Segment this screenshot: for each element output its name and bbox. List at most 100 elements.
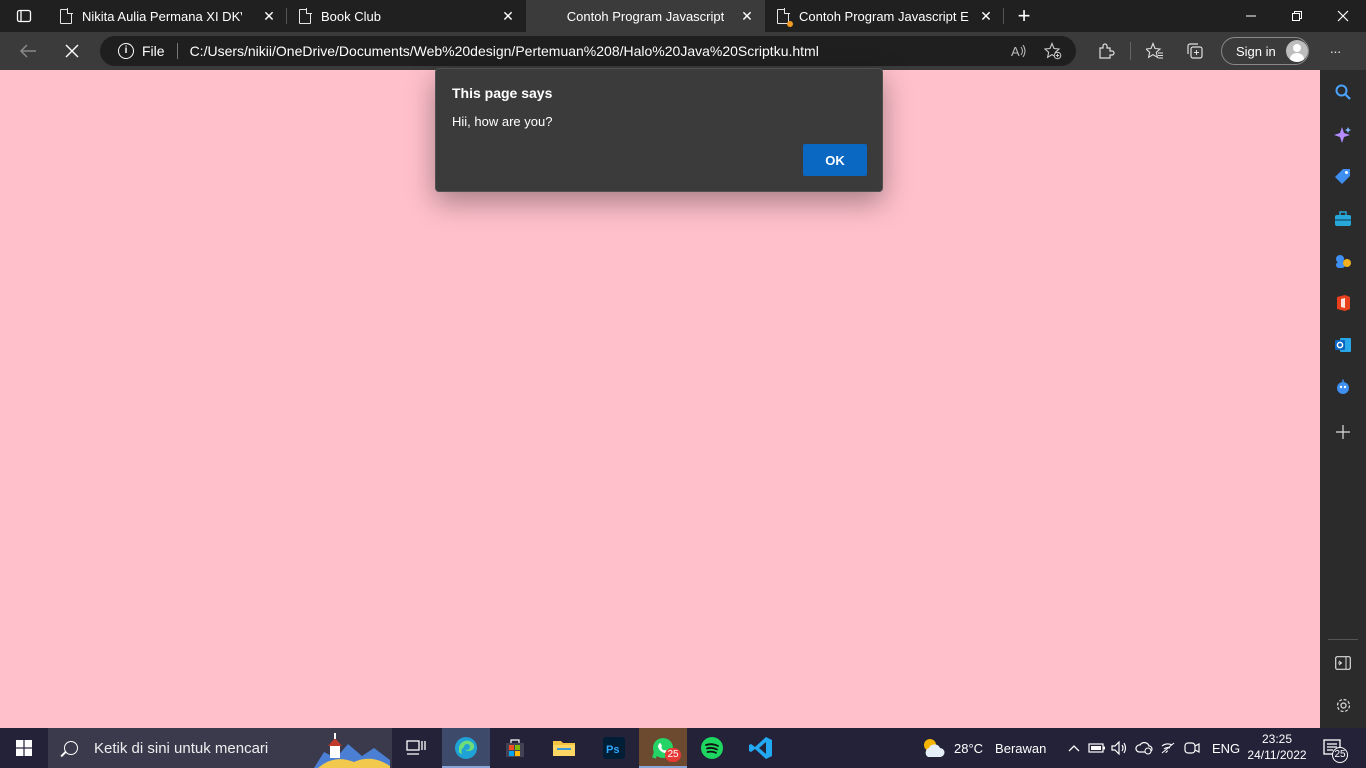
browser-tab[interactable]: Book Club ✕ <box>287 0 526 32</box>
search-highlight-illustration <box>314 733 390 768</box>
shopping-button[interactable] <box>1320 162 1366 192</box>
puzzle-icon <box>1099 43 1115 59</box>
task-view-button[interactable] <box>392 728 440 768</box>
photoshop-taskbar-button[interactable]: Ps <box>590 728 638 768</box>
language-indicator[interactable]: ENG <box>1212 741 1240 756</box>
tools-button[interactable] <box>1320 204 1366 234</box>
spotify-taskbar-button[interactable] <box>688 728 736 768</box>
settings-more-button[interactable]: ··· <box>1315 32 1355 70</box>
page-icon <box>60 7 73 24</box>
edge-taskbar-button[interactable] <box>442 728 490 768</box>
whatsapp-taskbar-button[interactable]: 25 <box>639 728 687 768</box>
svg-text:A: A <box>1011 44 1020 59</box>
divider <box>1130 42 1131 60</box>
svg-text:Ps: Ps <box>606 744 619 756</box>
vscode-taskbar-button[interactable] <box>737 728 785 768</box>
tab-title: Book Club <box>321 8 381 24</box>
dialog-title: This page says <box>452 85 553 101</box>
clock[interactable]: 23:25 24/11/2022 <box>1242 731 1312 763</box>
tab-close-icon[interactable]: ✕ <box>500 8 516 24</box>
search-placeholder: Ketik di sini untuk mencari <box>94 739 269 757</box>
office-button[interactable] <box>1320 288 1366 318</box>
games-button[interactable] <box>1320 246 1366 276</box>
sparkle-icon <box>1334 127 1351 143</box>
add-sidebar-app-button[interactable] <box>1320 417 1366 447</box>
tab-actions-icon <box>16 9 32 23</box>
browser-tab[interactable]: Nikita Aulia Permana XI DKV 1 ✕ <box>48 0 287 32</box>
tab-actions-button[interactable] <box>0 0 48 32</box>
ok-button[interactable]: OK <box>803 144 867 176</box>
chevron-up-icon[interactable] <box>1066 744 1082 752</box>
weather-widget[interactable]: 28°C Berawan <box>920 728 1046 768</box>
volume-icon[interactable] <box>1108 741 1132 755</box>
back-arrow-icon <box>19 44 36 58</box>
url-text[interactable]: C:/Users/nikii/OneDrive/Documents/Web%20… <box>190 43 1002 59</box>
close-window-button[interactable] <box>1320 0 1366 32</box>
folder-icon <box>553 741 575 756</box>
address-bar[interactable]: i File C:/Users/nikii/OneDrive/Documents… <box>100 36 1076 66</box>
task-view-icon <box>406 740 426 755</box>
avatar-icon <box>1285 40 1308 62</box>
meet-now-icon[interactable] <box>1180 741 1204 755</box>
sidebar-settings-button[interactable] <box>1320 690 1366 720</box>
tab-close-icon[interactable]: ✕ <box>261 8 277 24</box>
outlook-icon <box>1335 338 1351 352</box>
file-explorer-taskbar-button[interactable] <box>540 728 588 768</box>
favorites-icon <box>1146 42 1163 59</box>
search-sidebar-button[interactable] <box>1320 77 1366 107</box>
back-button[interactable] <box>8 32 48 70</box>
new-tab-button[interactable]: + <box>1004 0 1044 32</box>
tag-icon <box>1335 169 1350 184</box>
store-icon <box>506 739 524 757</box>
toolbox-icon <box>1335 211 1351 226</box>
onedrive-icon[interactable] <box>1132 741 1156 755</box>
close-icon <box>1337 10 1349 22</box>
edge-sidebar <box>1320 70 1366 728</box>
read-aloud-icon[interactable]: A <box>1002 36 1036 66</box>
sign-in-button[interactable]: Sign in <box>1221 37 1309 65</box>
collections-button[interactable] <box>1175 32 1215 70</box>
favorites-button[interactable] <box>1135 32 1175 70</box>
dialog-message: Hii, how are you? <box>452 114 553 129</box>
restore-icon <box>1292 11 1302 21</box>
drop-button[interactable] <box>1320 372 1366 402</box>
system-tray: ENG <box>1066 728 1240 768</box>
alert-dialog: This page says Hii, how are you? OK <box>435 68 883 192</box>
toolbar: i File C:/Users/nikii/OneDrive/Documents… <box>0 32 1366 70</box>
page-icon <box>777 7 793 27</box>
search-icon <box>64 741 78 755</box>
restore-button[interactable] <box>1274 0 1320 32</box>
sidebar-collapse-icon <box>1335 656 1351 670</box>
minimize-button[interactable] <box>1228 0 1274 32</box>
discover-button[interactable] <box>1320 120 1366 150</box>
hide-sidebar-button[interactable] <box>1320 648 1366 678</box>
start-button[interactable] <box>0 728 48 768</box>
browser-tab[interactable]: Contoh Program Javascript Exter ✕ <box>765 0 1004 32</box>
edge-icon <box>455 737 477 759</box>
taskbar: Ketik di sini untuk mencari Ps 25 28°C B… <box>0 728 1366 768</box>
outlook-button[interactable] <box>1320 330 1366 360</box>
tab-close-icon[interactable]: ✕ <box>978 8 994 24</box>
partly-cloudy-icon <box>924 739 945 757</box>
tab-strip: Nikita Aulia Permana XI DKV 1 ✕ Book Clu… <box>0 0 1366 32</box>
weather-description: Berawan <box>995 740 1047 756</box>
tab-title: Contoh Program Javascript <box>566 8 725 24</box>
battery-icon[interactable] <box>1086 742 1108 754</box>
clock-time: 23:25 <box>1261 732 1293 746</box>
stop-loading-button[interactable] <box>52 32 92 70</box>
tab-title: Contoh Program Javascript Exter <box>799 8 969 24</box>
add-favorite-icon[interactable] <box>1036 36 1070 66</box>
extensions-button[interactable] <box>1086 32 1126 70</box>
taskbar-search-box[interactable]: Ketik di sini untuk mencari <box>48 728 392 768</box>
store-taskbar-button[interactable] <box>491 728 539 768</box>
minimize-icon <box>1246 15 1256 17</box>
notification-center-button[interactable]: 25 <box>1320 736 1348 763</box>
info-icon[interactable]: i <box>118 43 134 59</box>
notification-badge: 25 <box>665 748 681 762</box>
photoshop-icon: Ps <box>603 737 625 759</box>
wifi-icon[interactable] <box>1156 741 1180 755</box>
tab-title: Nikita Aulia Permana XI DKV 1 <box>82 8 242 24</box>
browser-tab-active[interactable]: Contoh Program Javascript ✕ <box>526 0 765 32</box>
scheme-label: File <box>142 43 165 59</box>
tab-close-icon[interactable]: ✕ <box>739 8 755 24</box>
